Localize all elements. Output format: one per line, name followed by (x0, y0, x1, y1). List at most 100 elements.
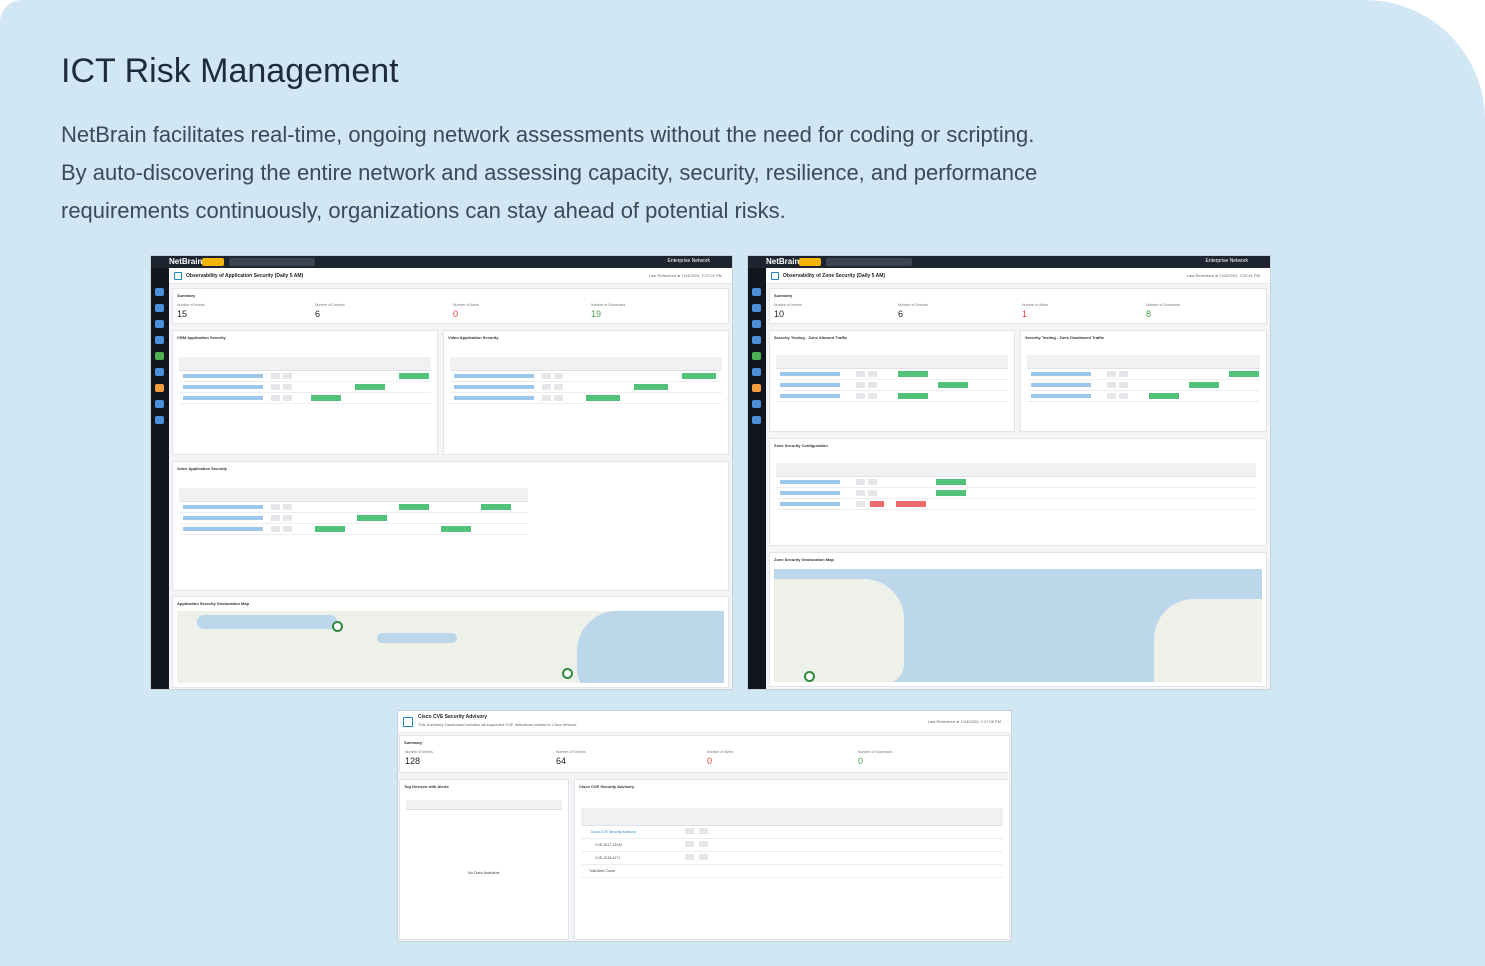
table-row[interactable] (179, 371, 431, 382)
nav-icon[interactable] (155, 416, 164, 424)
dashboard-subtitle: This Summary Dashboard includes all supp… (418, 722, 577, 727)
metric-value: 19 (591, 309, 602, 319)
table-row[interactable] (450, 371, 722, 382)
dashboard-title: Observability of Zone Security (Daily 5 … (783, 273, 886, 279)
nav-icon[interactable] (752, 304, 761, 312)
dashboard-title: Observability of Application Security (D… (186, 273, 304, 279)
nav-icon[interactable] (752, 336, 761, 344)
nav-icon[interactable] (155, 352, 164, 360)
metric-label: Number of Successes (1146, 303, 1181, 307)
nav-icon[interactable] (752, 288, 761, 296)
nav-icon[interactable] (155, 400, 164, 408)
table-row[interactable] (776, 391, 1008, 402)
metric-label: Number of Alerts (453, 303, 480, 307)
dashboard-content: Observability of Zone Security (Daily 5 … (766, 268, 1270, 689)
geolocation-map[interactable] (774, 569, 1262, 682)
table-row[interactable]: CVE-2017-12240 (581, 839, 1003, 852)
metric-value: 0 (453, 309, 459, 319)
table-row[interactable] (776, 477, 1256, 488)
dashboard-icon (174, 272, 182, 280)
cve-advisory-dashboard-screenshot: Cisco CVE Security Advisory This Summary… (398, 711, 1011, 941)
nav-icon[interactable] (752, 320, 761, 328)
table-row[interactable] (1027, 369, 1260, 380)
table-row[interactable] (450, 382, 722, 393)
map-pin-icon[interactable] (804, 671, 815, 682)
intent-table (776, 355, 1008, 402)
panel-title: Zone Security Geolocation Map (774, 557, 834, 562)
intent-table: Cisco CVE Security Advisory CVE-2017-122… (581, 808, 1003, 878)
metric-label: Number of Successes (858, 750, 893, 754)
summary-panel: Summary Number of Intents 10 Number of D… (769, 288, 1267, 324)
table-row[interactable] (776, 369, 1008, 380)
nav-icon[interactable] (752, 400, 761, 408)
table-row[interactable] (1027, 380, 1260, 391)
nav-icon[interactable] (752, 352, 761, 360)
no-data-message: No Data Available (468, 870, 500, 875)
description-line: NetBrain facilitates real-time, ongoing … (61, 122, 1035, 147)
nav-icon[interactable] (155, 320, 164, 328)
panel-title: CRM Application Security (177, 335, 226, 340)
table-row[interactable] (179, 502, 528, 513)
nav-icon[interactable] (752, 416, 761, 424)
table-row[interactable] (776, 488, 1256, 499)
metric-value: 8 (1146, 309, 1152, 319)
table-row[interactable] (179, 524, 528, 535)
row-label: CVE-2018-0171 (595, 856, 621, 860)
intent-table (179, 488, 528, 535)
table-row[interactable] (1027, 391, 1260, 402)
geolocation-map[interactable] (177, 611, 724, 683)
zone-configuration-panel: Zone Security Configuration (769, 438, 1267, 546)
nav-icon[interactable] (752, 368, 761, 376)
dashboard-content: Cisco CVE Security Advisory This Summary… (398, 711, 1011, 941)
environment-label: Enterprise Network (667, 258, 710, 264)
table-row[interactable] (179, 393, 431, 404)
table-row: Total Alert Count (581, 865, 1003, 878)
allowed-traffic-panel: Security Testing - Zone Allowed Traffic (769, 330, 1015, 432)
nav-icon[interactable] (752, 384, 761, 392)
version-badge (202, 258, 224, 266)
total-alert-count: Total Alert Count (589, 869, 615, 873)
map-pin-icon[interactable] (562, 668, 573, 679)
dashboard-icon (403, 717, 413, 727)
environment-label: Enterprise Network (1205, 258, 1248, 264)
metric-value: 15 (177, 309, 188, 319)
top-devices-panel: Top Devices with Alerts No Data Availabl… (399, 779, 569, 940)
summary-title: Summary (404, 740, 423, 745)
nav-icon[interactable] (155, 336, 164, 344)
panel-title: Application Security Geolocation Map (177, 601, 250, 606)
search-input[interactable] (826, 258, 912, 266)
nav-icon[interactable] (155, 368, 164, 376)
dashboard-titlebar: Observability of Application Security (D… (169, 268, 732, 284)
dashboard-icon (771, 272, 779, 280)
nav-icon[interactable] (155, 288, 164, 296)
app-sidebar (151, 268, 169, 689)
nav-icon[interactable] (155, 304, 164, 312)
disallowed-traffic-panel: Security Testing - Zone Disallowed Traff… (1020, 330, 1267, 432)
nav-icon[interactable] (155, 384, 164, 392)
map-pin-icon[interactable] (332, 621, 343, 632)
table-row[interactable] (776, 380, 1008, 391)
table-row[interactable] (450, 393, 722, 404)
intent-table (179, 357, 431, 404)
row-label: CVE-2017-12240 (595, 843, 623, 847)
table-row[interactable] (179, 382, 431, 393)
description-line: requirements continuously, organizations… (61, 198, 786, 223)
last-refreshed: Last Refreshed at 12/4/2024, 2:27:07 PM (648, 273, 722, 278)
cve-advisory-panel: Cisco CVE Security Advisory Cisco CVE Se… (574, 779, 1010, 940)
zone-security-dashboard-screenshot: NetBrain R12 Enterprise Network Observab… (748, 256, 1270, 689)
table-row[interactable] (179, 513, 528, 524)
search-input[interactable] (229, 258, 315, 266)
metric-label: Number of Devices (898, 303, 928, 307)
dashboard-title: Cisco CVE Security Advisory (418, 714, 488, 720)
metric-label: Number of Intents (774, 303, 802, 307)
section-description: NetBrain facilitates real-time, ongoing … (61, 116, 1291, 230)
row-label[interactable]: Cisco CVE Security Advisory (591, 830, 636, 834)
table-row[interactable] (776, 499, 1256, 510)
table-row[interactable]: Cisco CVE Security Advisory (581, 826, 1003, 839)
table-row[interactable]: CVE-2018-0171 (581, 852, 1003, 865)
panel-title: Voice Application Security (177, 466, 228, 471)
panel-title: Zone Security Configuration (774, 443, 828, 448)
metric-label: Number of Devices (315, 303, 345, 307)
panel-title: Security Testing - Zone Allowed Traffic (774, 335, 848, 340)
metric-value: 10 (774, 309, 785, 319)
